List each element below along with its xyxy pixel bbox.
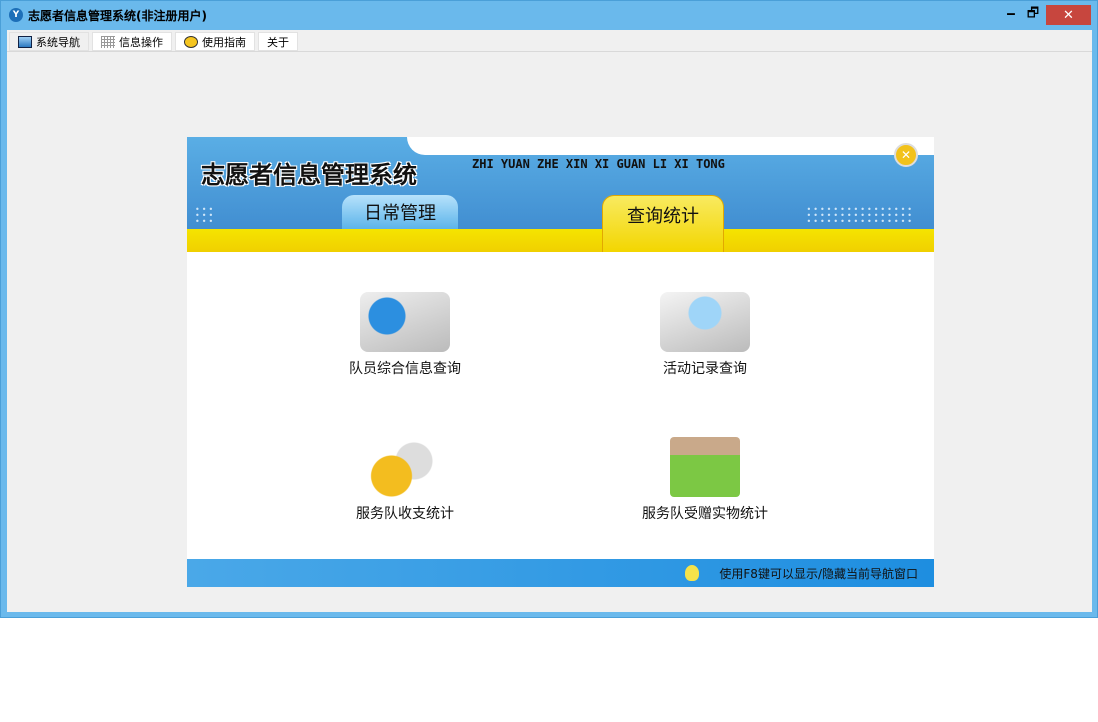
yellow-band (187, 229, 934, 252)
tab-daily-management[interactable]: 日常管理 (342, 195, 458, 229)
system-pinyin: ZHI YUAN ZHE XIN XI GUAN LI XI TONG (472, 157, 725, 171)
item-member-query[interactable]: 队员综合信息查询 (305, 292, 505, 378)
header-decoration (407, 137, 934, 155)
tab-label: 系统导航 (36, 35, 80, 49)
close-button[interactable]: ✕ (1046, 5, 1091, 25)
tab-label: 使用指南 (202, 35, 246, 49)
tab-query-stats[interactable]: 查询统计 (602, 195, 724, 252)
item-label: 服务队受赠实物统计 (642, 506, 768, 522)
lightbulb-icon (685, 565, 700, 581)
panel-close-icon[interactable]: ✕ (894, 143, 918, 167)
magnifier-book-icon (360, 292, 450, 352)
monitor-icon (18, 35, 32, 48)
footer-bar: 使用F8键可以显示/隐藏当前导航窗口 (187, 559, 934, 587)
navigation-panel: 志愿者信息管理系统 ZHI YUAN ZHE XIN XI GUAN LI XI… (187, 137, 934, 587)
minimize-button[interactable]: 🗕 (999, 5, 1023, 25)
title-bar: Y 志愿者信息管理系统(非注册用户) (1, 1, 1097, 29)
restore-button[interactable]: 🗗 (1021, 5, 1045, 25)
app-window: Y 志愿者信息管理系统(非注册用户) 🗕 🗗 ✕ 系统导航 信息操作 使用指南 … (0, 0, 1098, 618)
dots-decoration: •••••••••••••••• •••••••••••••••• ••••••••… (806, 205, 914, 226)
money-bag-icon (360, 437, 450, 497)
tab-info-ops[interactable]: 信息操作 (92, 32, 172, 51)
tab-guide[interactable]: 使用指南 (175, 32, 255, 51)
app-icon: Y (9, 8, 23, 22)
tab-label: 关于 (267, 35, 289, 49)
client-area: 系统导航 信息操作 使用指南 关于 志愿者信息管理系统 ZHI YUAN ZHE… (7, 30, 1092, 612)
item-donation-stats[interactable]: 服务队受赠实物统计 (605, 437, 805, 523)
recycle-box-icon (670, 437, 740, 497)
window-title: 志愿者信息管理系统(非注册用户) (28, 8, 207, 23)
item-label: 队员综合信息查询 (349, 361, 461, 377)
item-activity-query[interactable]: 活动记录查询 (605, 292, 805, 378)
footer-hint: 使用F8键可以显示/隐藏当前导航窗口 (719, 566, 918, 581)
help-icon (184, 35, 198, 48)
item-label: 服务队收支统计 (356, 506, 454, 522)
item-label: 活动记录查询 (663, 361, 747, 377)
system-title: 志愿者信息管理系统 (201, 161, 417, 189)
magnifier-paper-icon (660, 292, 750, 352)
grid-icon (101, 35, 115, 48)
tab-label: 信息操作 (119, 35, 163, 49)
dots-decoration: ••• ••• ••• (195, 205, 216, 226)
item-finance-stats[interactable]: 服务队收支统计 (305, 437, 505, 523)
menu-tabs: 系统导航 信息操作 使用指南 关于 (7, 30, 1092, 52)
tab-about[interactable]: 关于 (258, 32, 298, 51)
panel-header: 志愿者信息管理系统 ZHI YUAN ZHE XIN XI GUAN LI XI… (187, 137, 934, 252)
tab-system-nav[interactable]: 系统导航 (9, 32, 89, 51)
